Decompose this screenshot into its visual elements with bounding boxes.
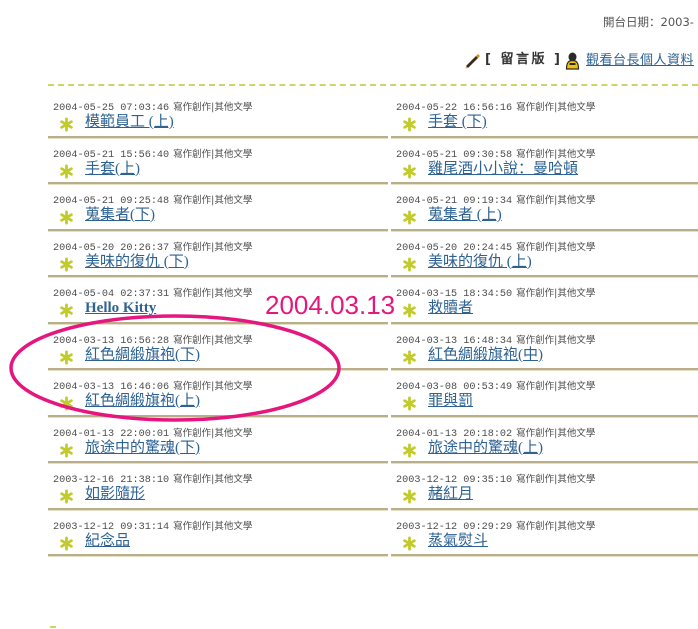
entry-title-link[interactable]: 蒸氣熨斗 <box>428 531 488 551</box>
entry-title-link[interactable]: 手套 (下) <box>428 112 487 132</box>
entry-title-line: 模範員工 (上) <box>59 112 388 132</box>
entry-title-line: 蒸氣熨斗 <box>402 531 698 551</box>
entry-title-line: 如影隨形 <box>59 484 388 504</box>
list-row: 2004-05-21 09:25:48 寫作創作|其他文學 蒐集者(下) 2004… <box>0 184 698 231</box>
guestbook-link[interactable]: [ 留言版 ] <box>485 51 562 69</box>
entry-title-link[interactable]: Hello Kitty <box>85 298 156 318</box>
list-row: 2004-03-13 16:56:28 寫作創作|其他文學 紅色綢緞旗袍(下) 2… <box>0 324 698 370</box>
list-item: 2004-05-20 20:24:45 寫作創作|其他文學 美味的復仇 (上) <box>391 231 698 277</box>
entry-title-link[interactable]: 罪與罰 <box>428 391 473 411</box>
entry-title-line: 蒐集者 (上) <box>402 205 698 225</box>
star-bullet-icon <box>402 536 417 551</box>
star-bullet-icon <box>59 396 74 411</box>
star-bullet-icon <box>402 396 417 411</box>
entry-title-line: 紀念品 <box>59 531 388 551</box>
entry-title-link[interactable]: 紅色綢緞旗袍(中) <box>428 345 543 365</box>
entry-title-link[interactable]: 美味的復仇 (上) <box>428 252 532 272</box>
entry-title-link[interactable]: 旅途中的驚魂(下) <box>85 438 200 458</box>
list-item: 2004-03-15 18:34:50 寫作創作|其他文學 救贖者 <box>391 277 698 324</box>
list-item: 2003-12-16 21:38:10 寫作創作|其他文學 如影隨形 <box>48 463 388 510</box>
star-bullet-icon <box>59 489 74 504</box>
entry-title-link[interactable]: 如影隨形 <box>85 484 145 504</box>
entry-title-line: 美味的復仇 (上) <box>402 252 698 272</box>
entry-title-link[interactable]: 蒐集者(下) <box>85 205 155 225</box>
star-bullet-icon <box>59 350 74 365</box>
list-item: 2004-01-13 22:00:01 寫作創作|其他文學 旅途中的驚魂(下) <box>48 417 388 463</box>
annotation-date-label: 2004.03.13 <box>265 290 396 320</box>
entry-title-line: 紅色綢緞旗袍(上) <box>59 391 388 411</box>
list-row: 2004-05-21 15:56:40 寫作創作|其他文學 手套(上) 2004-… <box>0 138 698 184</box>
entry-title-link[interactable]: 手套(上) <box>85 159 140 179</box>
star-bullet-icon <box>402 443 417 458</box>
list-row: 2003-12-16 21:38:10 寫作創作|其他文學 如影隨形 2003-1… <box>0 463 698 510</box>
list-item: 2003-12-12 09:29:29 寫作創作|其他文學 蒸氣熨斗 <box>391 510 698 556</box>
entry-title-line: 美味的復仇 (下) <box>59 252 388 272</box>
list-item: 2003-12-12 09:31:14 寫作創作|其他文學 紀念品 <box>48 510 388 556</box>
pencil-icon <box>465 54 480 69</box>
star-bullet-icon <box>402 489 417 504</box>
list-item: 2004-05-21 15:56:40 寫作創作|其他文學 手套(上) <box>48 138 388 184</box>
star-bullet-icon <box>59 257 74 272</box>
list-row: 2004-05-20 20:26:37 寫作創作|其他文學 美味的復仇 (下) 2… <box>0 231 698 277</box>
list-item: 2004-05-22 16:56:16 寫作創作|其他文學 手套 (下) <box>391 91 698 138</box>
article-list: 2004-05-25 07:03:46 寫作創作|其他文學 模範員工 (上) 20… <box>0 91 698 556</box>
entry-title-link[interactable]: 模範員工 (上) <box>85 112 174 132</box>
list-item: 2004-05-21 09:19:34 寫作創作|其他文學 蒐集者 (上) <box>391 184 698 231</box>
list-item: 2004-03-13 16:48:34 寫作創作|其他文學 紅色綢緞旗袍(中) <box>391 324 698 370</box>
entry-title-link[interactable]: 紀念品 <box>85 531 130 551</box>
blog-open-date: 開台日期：2003- <box>603 15 694 29</box>
entry-title-link[interactable]: 救贖者 <box>428 298 473 318</box>
star-bullet-icon <box>59 303 74 318</box>
entry-title-link[interactable]: 雞尾酒小小說：曼哈頓 <box>428 159 578 179</box>
user-profile-icon <box>565 52 580 70</box>
list-row: 2004-01-13 22:00:01 寫作創作|其他文學 旅途中的驚魂(下) 2… <box>0 417 698 463</box>
list-row: 2004-05-25 07:03:46 寫作創作|其他文學 模範員工 (上) 20… <box>0 91 698 138</box>
list-item: 2003-12-12 09:35:10 寫作創作|其他文學 赭紅月 <box>391 463 698 510</box>
entry-title-link[interactable]: 紅色綢緞旗袍(上) <box>85 391 200 411</box>
list-item: 2004-05-21 09:30:58 寫作創作|其他文學 雞尾酒小小說：曼哈頓 <box>391 138 698 184</box>
entry-title-link[interactable]: 蒐集者 (上) <box>428 205 502 225</box>
star-bullet-icon <box>59 443 74 458</box>
list-item: 2004-05-21 09:25:48 寫作創作|其他文學 蒐集者(下) <box>48 184 388 231</box>
entry-title-line: 雞尾酒小小說：曼哈頓 <box>402 159 698 179</box>
view-owner-profile-link[interactable]: 觀看台長個人資料 <box>586 51 694 69</box>
star-bullet-icon <box>402 164 417 179</box>
entry-title-line: 蒐集者(下) <box>59 205 388 225</box>
entry-title-link[interactable]: 赭紅月 <box>428 484 473 504</box>
list-row: 2003-12-12 09:31:14 寫作創作|其他文學 紀念品 2003-12… <box>0 510 698 556</box>
star-bullet-icon <box>59 164 74 179</box>
footer-divider <box>50 626 56 628</box>
list-item: 2004-03-13 16:56:28 寫作創作|其他文學 紅色綢緞旗袍(下) <box>48 324 388 370</box>
star-bullet-icon <box>402 350 417 365</box>
entry-title-line: 紅色綢緞旗袍(下) <box>59 345 388 365</box>
entry-title-line: 旅途中的驚魂(下) <box>59 438 388 458</box>
star-bullet-icon <box>402 117 417 132</box>
entry-title-link[interactable]: 紅色綢緞旗袍(下) <box>85 345 200 365</box>
entry-title-line: 赭紅月 <box>402 484 698 504</box>
entry-title-link[interactable]: 旅途中的驚魂(上) <box>428 438 543 458</box>
list-item: 2004-01-13 20:18:02 寫作創作|其他文學 旅途中的驚魂(上) <box>391 417 698 463</box>
entry-title-line: 救贖者 <box>402 298 698 318</box>
entry-title-link[interactable]: 美味的復仇 (下) <box>85 252 189 272</box>
star-bullet-icon <box>402 210 417 225</box>
entry-title-line: 旅途中的驚魂(上) <box>402 438 698 458</box>
star-bullet-icon <box>59 536 74 551</box>
entry-title-line: 紅色綢緞旗袍(中) <box>402 345 698 365</box>
star-bullet-icon <box>59 210 74 225</box>
star-bullet-icon <box>402 303 417 318</box>
star-bullet-icon <box>59 117 74 132</box>
list-item: 2004-05-25 07:03:46 寫作創作|其他文學 模範員工 (上) <box>48 91 388 138</box>
list-item: 2004-03-08 00:53:49 寫作創作|其他文學 罪與罰 <box>391 370 698 417</box>
list-row: 2004-03-13 16:46:06 寫作創作|其他文學 紅色綢緞旗袍(上) 2… <box>0 370 698 417</box>
entry-title-line: 手套(上) <box>59 159 388 179</box>
entry-title-line: 罪與罰 <box>402 391 698 411</box>
list-item: 2004-05-20 20:26:37 寫作創作|其他文學 美味的復仇 (下) <box>48 231 388 277</box>
entry-title-line: 手套 (下) <box>402 112 698 132</box>
star-bullet-icon <box>402 257 417 272</box>
header-divider <box>48 84 698 86</box>
list-item: 2004-03-13 16:46:06 寫作創作|其他文學 紅色綢緞旗袍(上) <box>48 370 388 417</box>
